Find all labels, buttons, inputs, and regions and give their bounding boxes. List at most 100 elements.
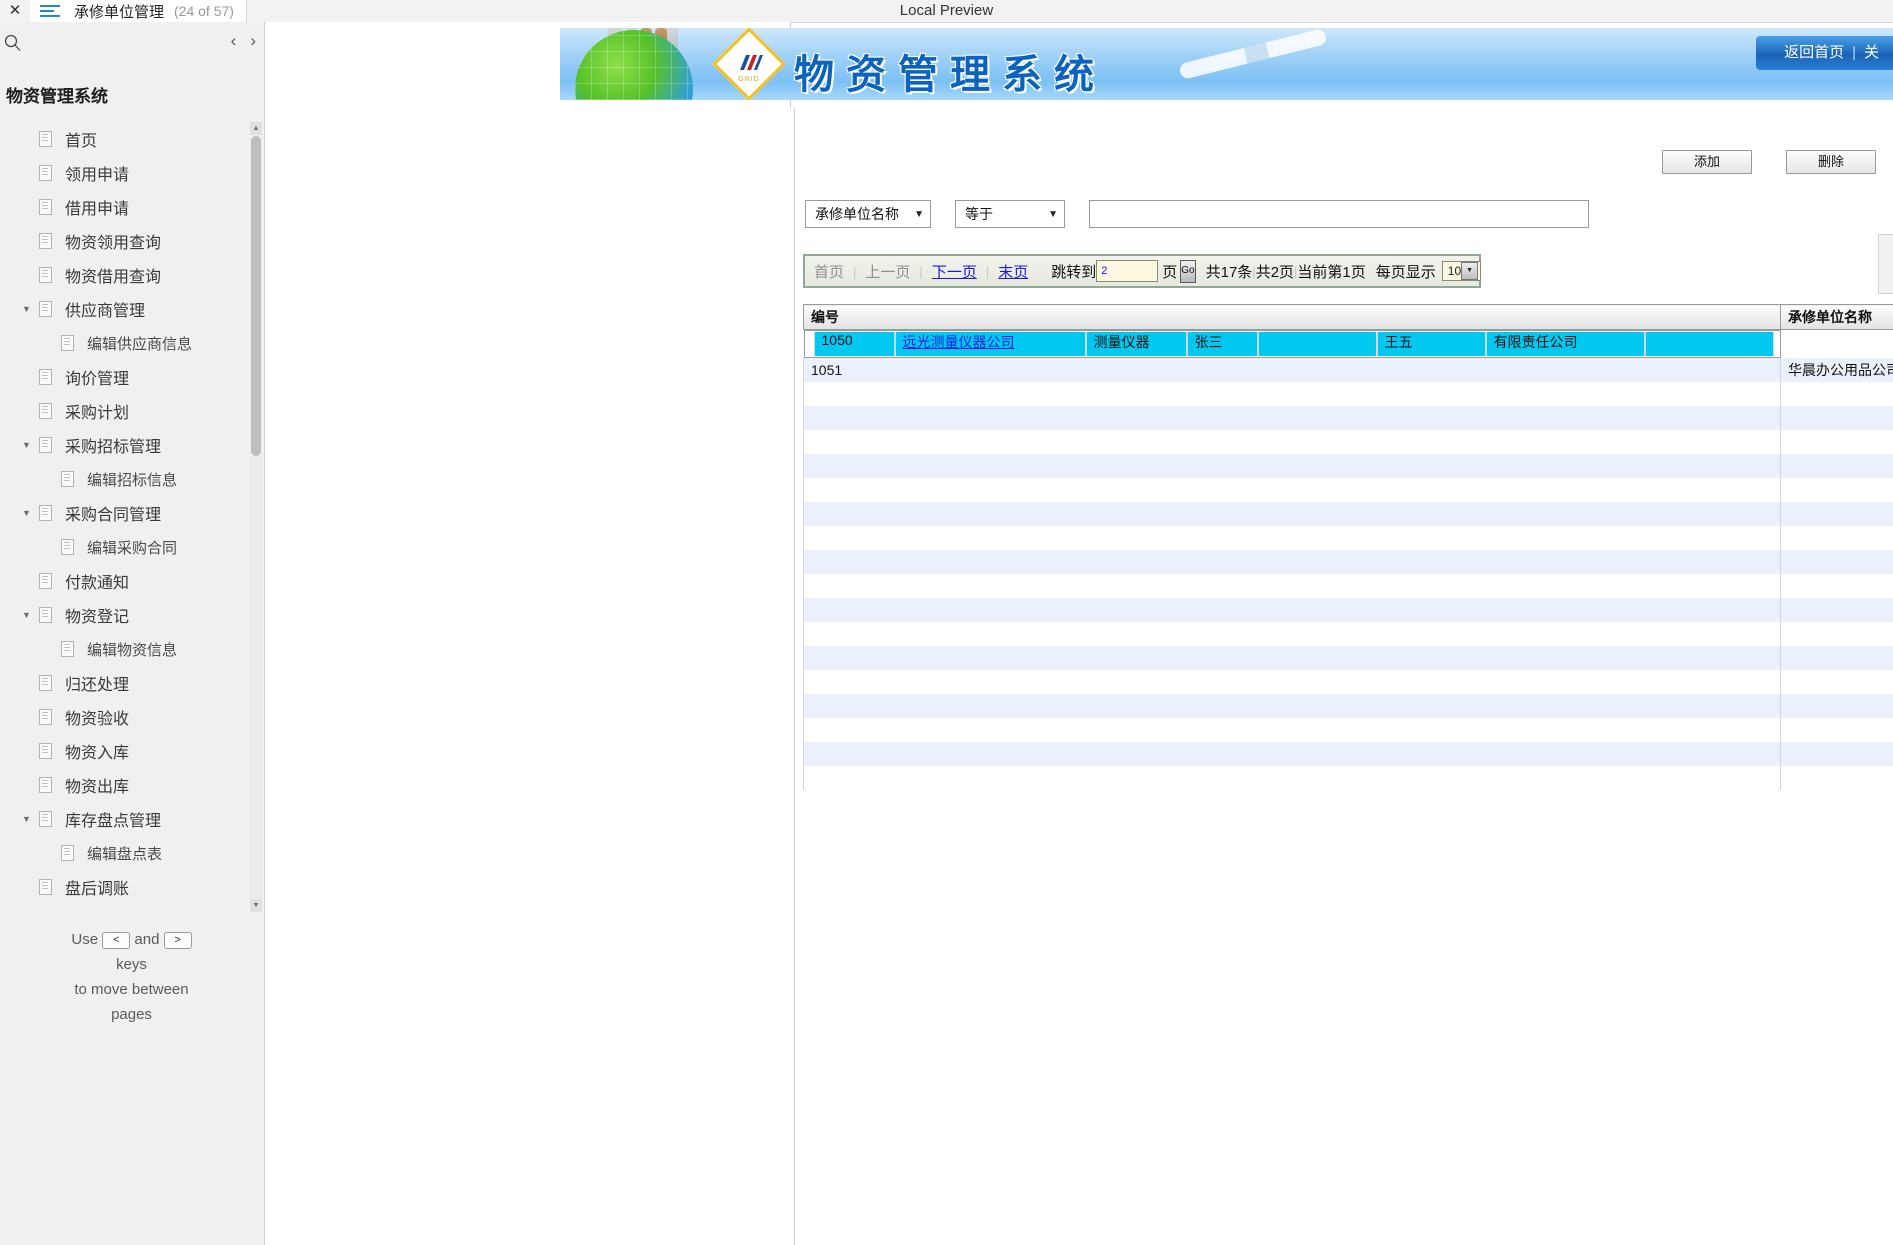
sidebar-item-0[interactable]: 首页 [0, 122, 250, 156]
expand-caret-icon[interactable]: ▼ [22, 304, 38, 314]
table-cell [1780, 694, 1893, 718]
prev-page-button[interactable]: ‹ [231, 32, 237, 50]
hamburger-icon[interactable] [40, 4, 60, 18]
table-row[interactable] [803, 502, 1893, 526]
panel-toolbar: ‹ › [0, 22, 264, 62]
table-cell: 测量仪器 [1085, 332, 1187, 356]
add-button[interactable]: 添加 [1662, 150, 1752, 174]
pager-next[interactable]: 下一页 [923, 261, 986, 282]
table-row[interactable] [803, 550, 1893, 574]
table-cell [1780, 646, 1893, 670]
page-scrollbar[interactable] [1878, 234, 1893, 294]
sidebar-item-13[interactable]: 付款通知 [0, 564, 250, 598]
per-page-select[interactable]: 10 ▼ [1441, 261, 1482, 281]
sidebar-item-5[interactable]: ▼ 供应商管理 [0, 292, 250, 326]
current-page-label: 当前第1页 [1297, 263, 1366, 281]
next-page-button[interactable]: › [250, 32, 256, 50]
sidebar-item-16[interactable]: 归还处理 [0, 666, 250, 700]
chevron-down-icon[interactable]: ▼ [1461, 262, 1479, 280]
expand-caret-icon[interactable]: ▼ [22, 610, 38, 620]
search-icon[interactable] [3, 33, 23, 53]
table-row[interactable] [803, 574, 1893, 598]
table-row[interactable] [803, 694, 1893, 718]
sidebar-item-17[interactable]: 物资验收 [0, 700, 250, 734]
expand-caret-icon[interactable]: ▼ [22, 440, 38, 450]
scroll-down-icon[interactable]: ▼ [250, 899, 262, 912]
table-row[interactable] [803, 454, 1893, 478]
sidebar-item-21[interactable]: 编辑盘点表 [0, 836, 250, 870]
sidebar-item-18[interactable]: 物资入库 [0, 734, 250, 768]
table-cell [1780, 430, 1893, 454]
pager-last[interactable]: 末页 [989, 261, 1037, 282]
page-icon [38, 165, 56, 181]
home-link[interactable]: 返回首页 [1784, 44, 1844, 61]
sidebar-item-label: 首页 [65, 133, 98, 150]
sidebar-item-22[interactable]: 盘后调账 [0, 870, 250, 904]
sidebar-item-11[interactable]: ▼ 采购合同管理 [0, 496, 250, 530]
table-header-0[interactable]: 编号 [803, 304, 1781, 330]
sidebar-item-12[interactable]: 编辑采购合同 [0, 530, 250, 564]
page-icon [60, 845, 78, 861]
pager-first[interactable]: 首页 [805, 261, 853, 282]
sidebar-item-8[interactable]: 采购计划 [0, 394, 250, 428]
table-row[interactable] [803, 622, 1893, 646]
hint-keys: keys [116, 956, 147, 973]
scroll-up-icon[interactable]: ▲ [250, 122, 262, 135]
table-row[interactable] [803, 526, 1893, 550]
table-cell: 张三 [1186, 332, 1258, 356]
filter-field-select[interactable]: 承修单位名称 ▼ [805, 200, 931, 228]
sidebar-item-3[interactable]: 物资领用查询 [0, 224, 250, 258]
table-row[interactable] [803, 670, 1893, 694]
table-row[interactable]: 1051华晨办公用品公司办公用品李四 [803, 358, 1893, 382]
page-title: 承修单位管理 [74, 3, 165, 21]
sidebar-item-6[interactable]: 编辑供应商信息 [0, 326, 250, 360]
key-prev-icon: < [102, 931, 131, 949]
table-row[interactable] [803, 646, 1893, 670]
filter-keyword-input[interactable] [1089, 200, 1589, 228]
table-row[interactable]: 1050 远光测量仪器公司 测量仪器 张三 王五 有限责任公司 [803, 330, 1781, 358]
filter-operator-select[interactable]: 等于 ▼ [955, 200, 1065, 228]
sidebar-item-15[interactable]: 编辑物资信息 [0, 632, 250, 666]
page-tab[interactable]: 承修单位管理 (24 of 57) [30, 0, 247, 22]
scroll-thumb[interactable] [251, 136, 261, 456]
table-row[interactable] [803, 430, 1893, 454]
close-link[interactable]: 关 [1864, 44, 1879, 61]
sidebar-item-2[interactable]: 借用申请 [0, 190, 250, 224]
sidebar-item-14[interactable]: ▼ 物资登记 [0, 598, 250, 632]
table-row[interactable] [803, 406, 1893, 430]
project-title: 物资管理系统 [6, 87, 108, 106]
expand-caret-icon[interactable]: ▼ [22, 814, 38, 824]
hint-line3: pages [111, 1006, 152, 1023]
table-row[interactable] [803, 742, 1893, 766]
table-cell: 1051 [803, 358, 1781, 382]
sidebar-item-10[interactable]: 编辑招标信息 [0, 462, 250, 496]
table-row[interactable] [803, 382, 1893, 406]
expand-caret-icon[interactable]: ▼ [22, 508, 38, 518]
filter-bar: 承修单位名称 ▼ 等于 ▼ [805, 200, 1589, 228]
sidebar-item-9[interactable]: ▼ 采购招标管理 [0, 428, 250, 462]
table-row[interactable] [803, 598, 1893, 622]
close-icon[interactable]: ✕ [4, 1, 26, 21]
table-cell [1780, 718, 1893, 742]
sidebar-item-1[interactable]: 领用申请 [0, 156, 250, 190]
page-tree-scrollbar[interactable]: ▲ ▼ [250, 122, 262, 912]
sidebar-item-20[interactable]: ▼ 库存盘点管理 [0, 802, 250, 836]
table-row[interactable] [803, 766, 1893, 790]
unit-name-link[interactable]: 远光测量仪器公司 [903, 334, 1015, 350]
app-banner: GRID 物资管理系统 返回首页 | 关 [560, 28, 1893, 100]
pager-prev[interactable]: 上一页 [856, 261, 919, 282]
go-button[interactable]: Go [1180, 259, 1196, 283]
page-icon [38, 505, 56, 521]
sidebar-item-4[interactable]: 物资借用查询 [0, 258, 250, 292]
table-cell [803, 430, 1781, 454]
sidebar-item-19[interactable]: 物资出库 [0, 768, 250, 802]
delete-button[interactable]: 删除 [1786, 150, 1876, 174]
sidebar-item-23[interactable]: ▼承修单位管理 [0, 904, 250, 912]
jump-page-input[interactable] [1096, 260, 1159, 282]
page-icon [38, 573, 56, 589]
table-row[interactable] [803, 478, 1893, 502]
table-row[interactable] [803, 718, 1893, 742]
sidebar-item-label: 借用申请 [65, 201, 130, 218]
table-header-1[interactable]: 承修单位名称 [1780, 304, 1893, 330]
sidebar-item-7[interactable]: 询价管理 [0, 360, 250, 394]
